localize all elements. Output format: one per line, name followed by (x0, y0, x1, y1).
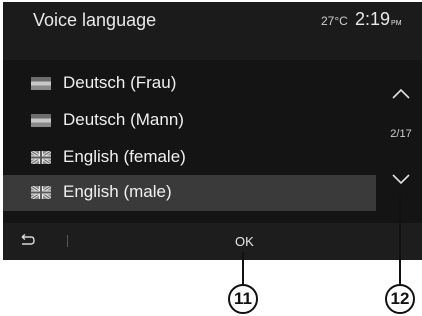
list-item-label: Deutsch (Frau) (63, 73, 177, 92)
page-title: Voice language (33, 10, 157, 30)
back-arrow-icon (21, 233, 35, 245)
callout-ok: 11 (228, 284, 258, 314)
chevron-up-icon (392, 88, 410, 99)
scroll-down-button[interactable] (380, 154, 422, 204)
clock-ampm: PM (391, 20, 402, 27)
list-item-deutsch-mann[interactable]: Deutsch (Mann) (3, 103, 376, 139)
germany-flag-icon (31, 114, 51, 127)
chevron-down-icon (392, 173, 410, 184)
page-indicator: 2/17 (390, 128, 412, 140)
voice-language-screen: Voice language 27°C 2:19PM Deutsch (Frau… (3, 2, 422, 260)
callout-line-scroll (399, 196, 401, 286)
header-bar: Voice language 27°C 2:19PM (3, 2, 422, 60)
scroll-up-button[interactable] (380, 68, 422, 118)
uk-flag-icon (31, 186, 51, 199)
list-item-label: English (female) (63, 147, 186, 166)
back-button[interactable] (19, 233, 35, 251)
clock-time: 2:19 (355, 9, 391, 29)
bottom-bar: OK (3, 223, 422, 260)
ok-button[interactable]: OK (235, 234, 254, 249)
list-item-deutsch-frau[interactable]: Deutsch (Frau) (3, 66, 376, 102)
list-item-english-male[interactable]: English (male) (3, 175, 376, 211)
list-item-label: English (male) (63, 182, 172, 201)
clock: 2:19PM (355, 9, 402, 30)
divider (67, 235, 68, 247)
callout-scroll: 12 (385, 284, 415, 314)
uk-flag-icon (31, 151, 51, 164)
list-item-english-female[interactable]: English (female) (3, 140, 376, 176)
scroll-controls: 2/17 (380, 66, 422, 212)
callout-line-ok (242, 252, 244, 286)
temperature-display: 27°C (321, 14, 348, 28)
list-item-label: Deutsch (Mann) (63, 110, 184, 129)
germany-flag-icon (31, 77, 51, 90)
